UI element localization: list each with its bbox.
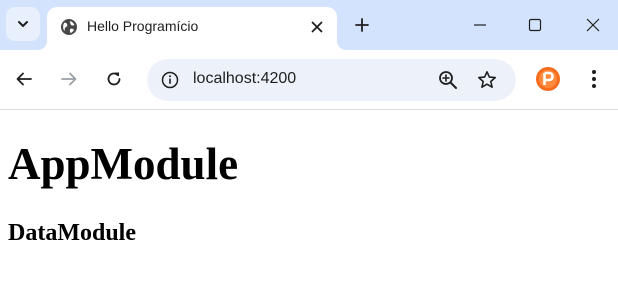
browser-title-bar: Hello Programício: [0, 0, 618, 50]
page-subheading: DataModule: [8, 220, 136, 246]
maximize-icon: [528, 18, 542, 32]
tab-search-button[interactable]: [6, 7, 40, 41]
browser-menu-button[interactable]: [580, 64, 608, 94]
reload-icon: [107, 72, 121, 86]
zoom-button[interactable]: [433, 65, 463, 95]
minimize-button[interactable]: [460, 8, 500, 42]
globe-icon: [61, 19, 77, 35]
extension-p-icon: [536, 67, 560, 91]
minimize-icon: [474, 24, 486, 26]
chevron-down-icon: [18, 21, 28, 27]
info-icon: [161, 71, 179, 89]
bookmark-button[interactable]: [472, 65, 502, 95]
new-tab-button[interactable]: [348, 11, 376, 39]
url-text[interactable]: localhost:4200: [193, 70, 296, 88]
plus-icon: [355, 18, 369, 32]
close-window-button[interactable]: [573, 8, 613, 42]
browser-tab-active[interactable]: Hello Programício: [37, 7, 347, 50]
forward-button[interactable]: [54, 64, 84, 94]
close-icon: [586, 18, 600, 32]
zoom-in-icon: [439, 71, 457, 89]
tab-title: Hello Programício: [87, 18, 199, 34]
close-icon: [311, 21, 323, 33]
browser-toolbar: localhost:4200: [0, 50, 618, 110]
page-content: AppModule DataModule: [0, 110, 618, 300]
star-icon: [478, 71, 496, 88]
extension-button[interactable]: [535, 66, 561, 92]
arrow-right-icon: [61, 72, 77, 86]
back-button[interactable]: [9, 64, 39, 94]
site-info-button[interactable]: [155, 65, 185, 95]
tab-close-button[interactable]: [307, 17, 327, 37]
reload-button[interactable]: [99, 64, 129, 94]
more-vertical-icon: [592, 70, 596, 88]
arrow-left-icon: [16, 72, 32, 86]
maximize-button[interactable]: [515, 8, 555, 42]
page-heading: AppModule: [8, 139, 239, 189]
address-bar[interactable]: localhost:4200: [147, 59, 516, 101]
